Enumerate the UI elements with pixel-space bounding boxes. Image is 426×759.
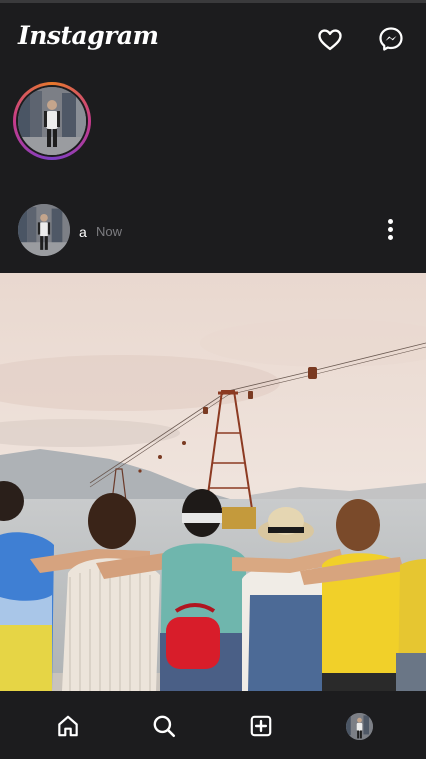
- nav-add-post-button[interactable]: [248, 713, 274, 739]
- notifications-button[interactable]: [316, 25, 344, 53]
- photo-icon: [0, 273, 426, 691]
- more-vertical-icon: [380, 219, 400, 240]
- post-image[interactable]: [0, 273, 426, 691]
- story-ring-gap: [16, 85, 88, 157]
- home-icon: [58, 715, 78, 737]
- story-item[interactable]: [13, 82, 91, 160]
- post-username[interactable]: a: [79, 224, 87, 240]
- app-header: Instagram: [0, 3, 426, 73]
- post-options-button[interactable]: [380, 216, 400, 244]
- post-author-avatar[interactable]: [18, 204, 70, 256]
- messenger-icon: [379, 27, 403, 51]
- instagram-logo[interactable]: Instagram: [18, 21, 159, 50]
- story-avatar: [18, 87, 86, 155]
- nav-profile-avatar[interactable]: [346, 713, 373, 740]
- post-timestamp: Now: [96, 224, 123, 239]
- nav-home-button[interactable]: [55, 713, 81, 739]
- bottom-navigation: [0, 691, 426, 759]
- search-icon: [153, 715, 176, 738]
- messages-button[interactable]: [377, 25, 405, 53]
- post-header: a Now: [0, 196, 426, 266]
- add-post-icon: [250, 715, 272, 737]
- nav-search-button[interactable]: [151, 713, 177, 739]
- heart-icon: [318, 29, 342, 51]
